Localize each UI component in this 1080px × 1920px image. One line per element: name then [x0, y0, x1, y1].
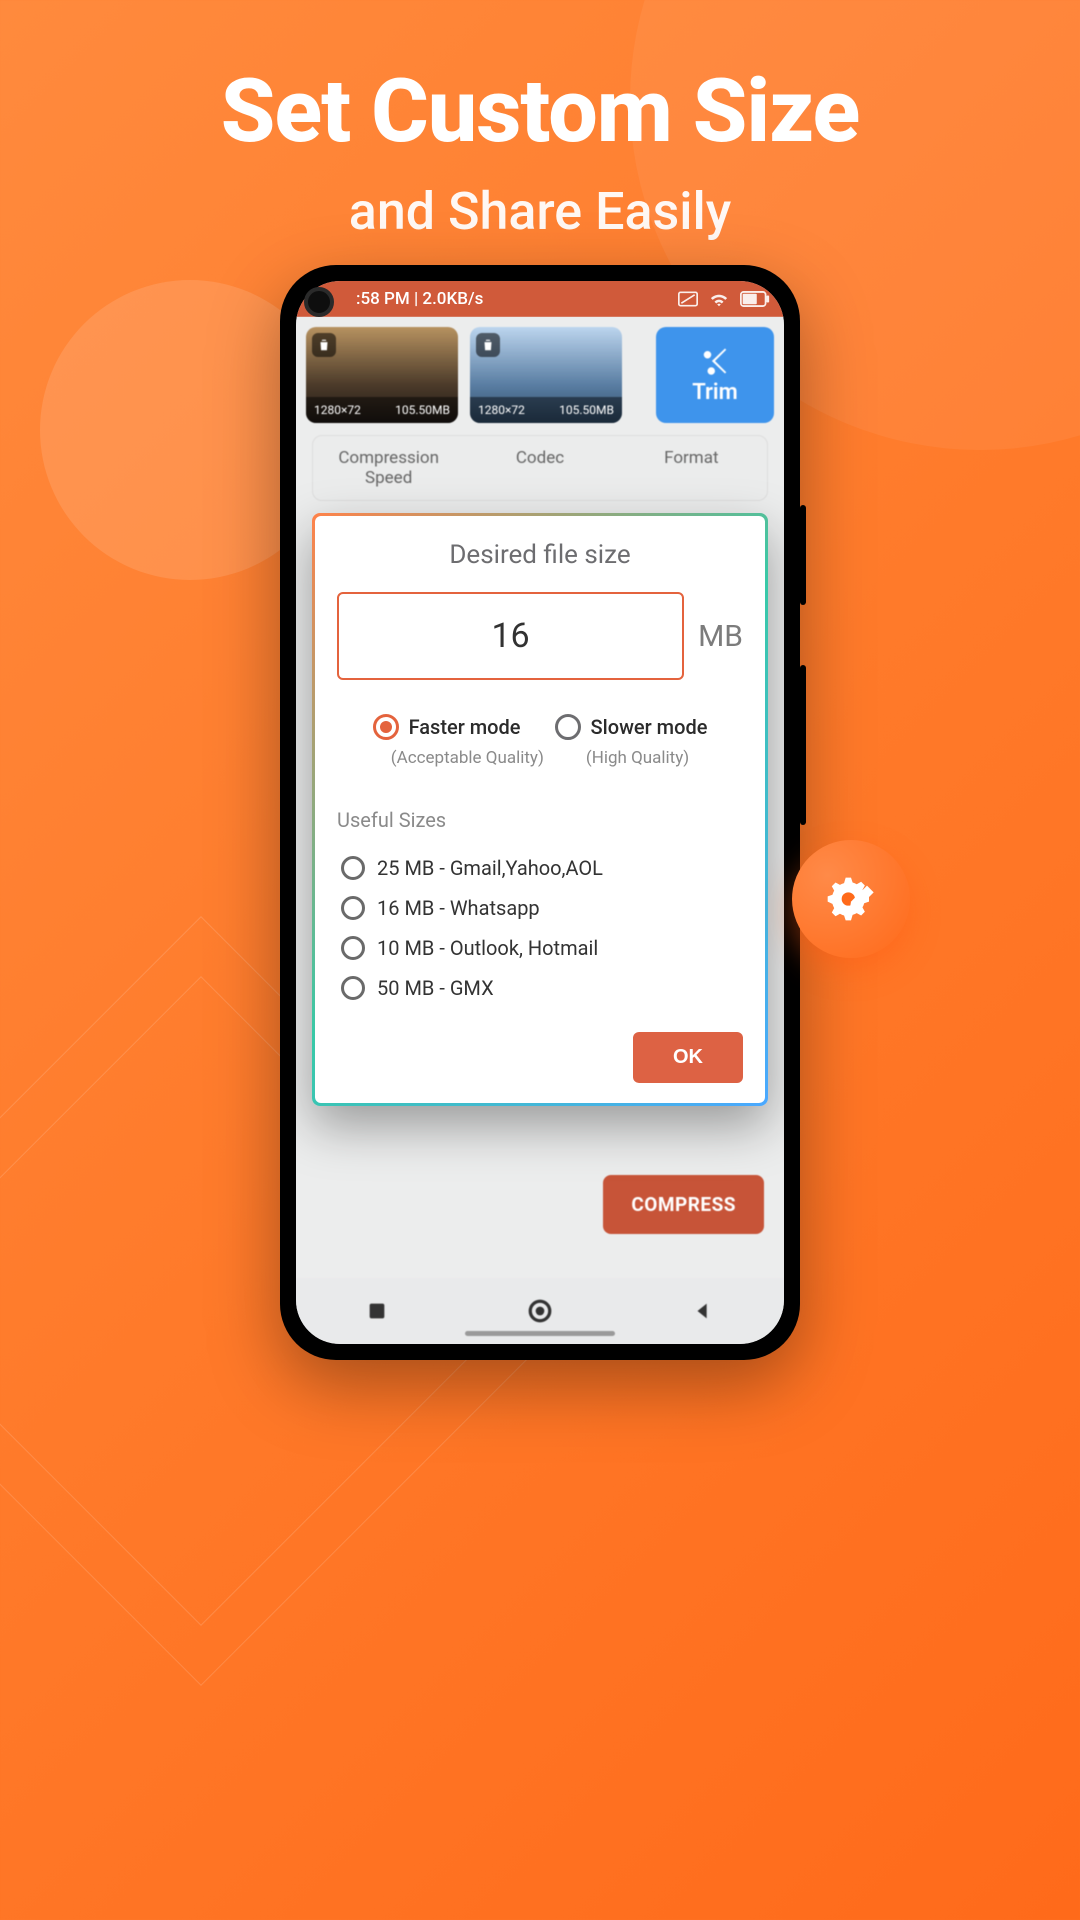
radio-icon	[341, 856, 365, 880]
battery-icon	[740, 291, 770, 307]
trim-label: Trim	[692, 380, 738, 405]
gear-pencil-icon	[819, 867, 883, 931]
radio-label: Slower mode	[591, 715, 708, 739]
settings-fab[interactable]	[792, 840, 910, 958]
no-sim-icon	[678, 291, 698, 307]
nav-gesture-pill	[465, 1331, 615, 1336]
tab-codec[interactable]: Codec	[464, 436, 615, 500]
thumb-size: 105.50MB	[395, 403, 450, 417]
ok-button[interactable]: OK	[633, 1032, 743, 1083]
tab-compression-speed[interactable]: Compression Speed	[313, 436, 464, 500]
phone-side-button	[800, 505, 806, 605]
radio-slower-mode[interactable]: Slower mode	[555, 714, 708, 740]
useful-size-label: 25 MB - Gmail,Yahoo,AOL	[377, 856, 603, 880]
status-time: :58 PM | 2.0KB/s	[356, 289, 483, 309]
thumb-resolution: 1280×72	[314, 403, 361, 417]
android-nav-bar	[296, 1278, 784, 1344]
tab-format[interactable]: Format	[616, 436, 767, 500]
delete-icon[interactable]	[476, 333, 500, 357]
modal-title: Desired file size	[337, 540, 743, 570]
radio-icon	[341, 896, 365, 920]
wifi-icon	[708, 290, 730, 308]
nav-recent[interactable]	[317, 1300, 437, 1322]
file-size-modal: Desired file size 16 MB Faster mode Slow…	[312, 513, 768, 1106]
trim-button[interactable]: Trim	[656, 327, 774, 423]
radio-icon	[341, 976, 365, 1000]
useful-size-label: 50 MB - GMX	[377, 976, 494, 1000]
mode-sub-faster: (Acceptable Quality)	[391, 748, 544, 768]
useful-size-option[interactable]: 16 MB - Whatsapp	[337, 888, 743, 928]
useful-size-option[interactable]: 10 MB - Outlook, Hotmail	[337, 928, 743, 968]
thumb-resolution: 1280×72	[478, 403, 525, 417]
compress-button[interactable]: COMPRESS	[603, 1175, 764, 1234]
option-tabs: Compression Speed Codec Format	[312, 435, 768, 501]
useful-size-label: 10 MB - Outlook, Hotmail	[377, 936, 598, 960]
radio-icon	[341, 936, 365, 960]
nav-home[interactable]	[480, 1298, 600, 1324]
video-thumbnail[interactable]: 1280×72 105.50MB	[470, 327, 622, 423]
thumb-size: 105.50MB	[559, 403, 614, 417]
useful-size-option[interactable]: 50 MB - GMX	[337, 968, 743, 1008]
file-size-unit: MB	[698, 619, 743, 654]
phone-screen: :58 PM | 2.0KB/s 1280×72 105.50MB	[296, 281, 784, 1344]
phone-frame: :58 PM | 2.0KB/s 1280×72 105.50MB	[280, 265, 800, 1360]
nav-back[interactable]	[643, 1300, 763, 1322]
radio-faster-mode[interactable]: Faster mode	[373, 714, 521, 740]
radio-icon	[373, 714, 399, 740]
scissors-icon	[700, 346, 730, 376]
video-thumbnail[interactable]: 1280×72 105.50MB	[306, 327, 458, 423]
status-bar: :58 PM | 2.0KB/s	[296, 281, 784, 317]
useful-size-option[interactable]: 25 MB - Gmail,Yahoo,AOL	[337, 848, 743, 888]
radio-icon	[555, 714, 581, 740]
radio-label: Faster mode	[409, 715, 521, 739]
useful-sizes-header: Useful Sizes	[337, 808, 743, 832]
hero-subtitle: and Share Easily	[0, 181, 1080, 242]
front-camera	[304, 287, 334, 317]
delete-icon[interactable]	[312, 333, 336, 357]
phone-side-button	[800, 665, 806, 825]
useful-size-label: 16 MB - Whatsapp	[377, 896, 540, 920]
file-size-input[interactable]: 16	[337, 592, 684, 680]
mode-sub-slower: (High Quality)	[586, 748, 689, 768]
